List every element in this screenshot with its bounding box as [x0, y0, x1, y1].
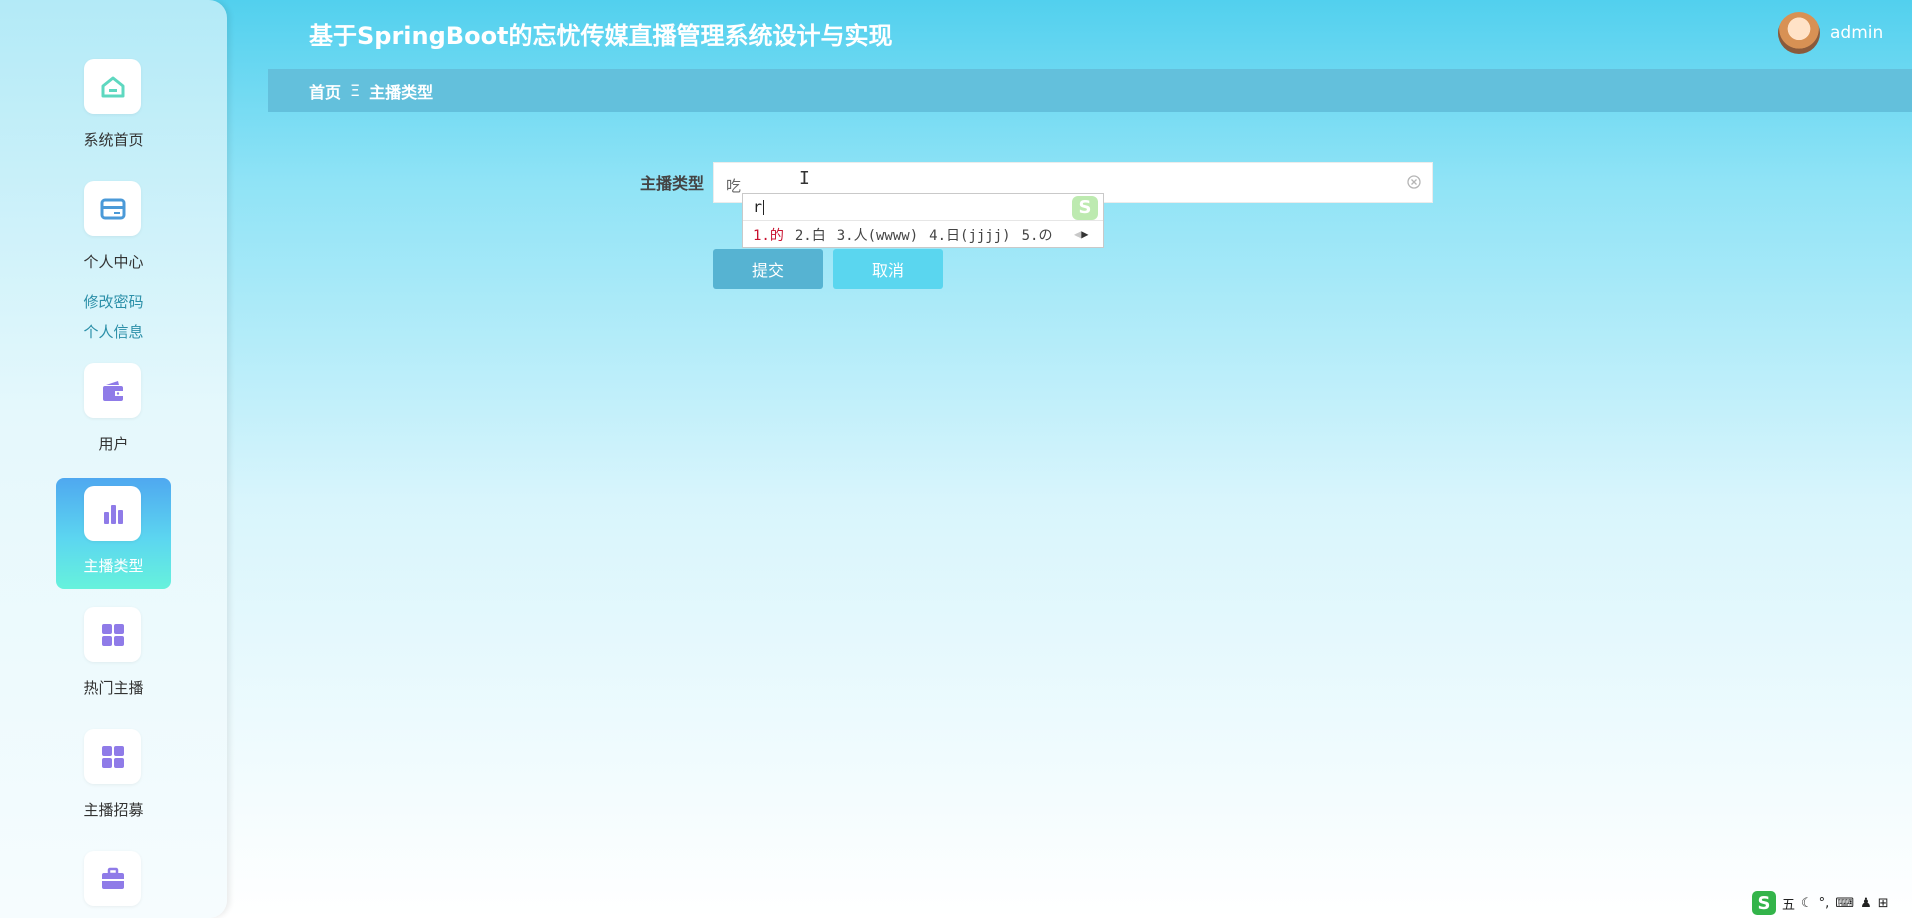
sidebar-item-label: 热门主播 [83, 679, 144, 697]
ime-candidate-popup: r S 1.的 2.白 3.人(wwww) 4.日(jjjj) 5.の ◀▶ [742, 193, 1104, 248]
breadcrumb-separator: Ξ [350, 81, 361, 100]
ime-composition-text: r [753, 198, 763, 216]
home-icon [101, 76, 124, 97]
text-cursor-icon: I [799, 168, 810, 189]
ime-candidate[interactable]: 4.日(jjjj) [929, 228, 1010, 244]
grid-icon-box [84, 729, 141, 784]
moon-icon[interactable]: ☾ [1801, 896, 1813, 911]
briefcase-icon-box [84, 851, 141, 906]
sogou-logo-icon[interactable]: S [1752, 891, 1776, 915]
grid-icon [101, 745, 124, 768]
user-menu[interactable]: admin [1778, 12, 1883, 54]
ime-candidates: 1.的 2.白 3.人(wwww) 4.日(jjjj) 5.の [753, 225, 1063, 245]
breadcrumb-home[interactable]: 首页 [309, 79, 341, 103]
ime-composition: r [753, 198, 765, 216]
keyboard-icon[interactable]: ⌨ [1835, 896, 1854, 911]
grid-icon [101, 623, 124, 646]
ime-candidate[interactable]: 5.の [1022, 228, 1053, 244]
sidebar-item-more[interactable] [56, 851, 171, 911]
ime-mode[interactable]: 五 [1782, 894, 1795, 913]
app-title: 基于SpringBoot的忘忧传媒直播管理系统设计与实现 [309, 22, 893, 50]
clear-icon[interactable] [1406, 174, 1422, 190]
sidebar-item-recruitment[interactable]: 主播招募 [56, 729, 171, 829]
sidebar-item-hot-streamers[interactable]: 热门主播 [56, 607, 171, 707]
punctuation-icon[interactable]: °, [1819, 896, 1830, 911]
wallet-icon [102, 380, 123, 401]
briefcase-icon [101, 867, 124, 889]
sidebar-item-label: 个人中心 [83, 253, 144, 271]
breadcrumb-current: 主播类型 [369, 82, 434, 102]
username[interactable]: admin [1830, 23, 1883, 43]
ime-page-arrows[interactable]: ◀▶ [1074, 227, 1088, 241]
submit-button[interactable]: 提交 [713, 249, 823, 289]
grid-icon[interactable]: ⊞ [1878, 896, 1889, 911]
ime-status-bar[interactable]: S 五 ☾ °, ⌨ ♟ ⊞ [1752, 890, 1912, 916]
person-icon[interactable]: ♟ [1860, 896, 1872, 911]
sidebar-item-label: 用户 [98, 435, 129, 453]
sidebar-item-label: 主播类型 [83, 557, 144, 575]
grid-icon-box [84, 607, 141, 662]
bar-chart-icon-box [84, 486, 141, 541]
ime-candidate[interactable]: 1.的 [753, 228, 784, 244]
cancel-button[interactable]: 取消 [833, 249, 943, 289]
card-icon [100, 198, 125, 219]
breadcrumb: 首页 Ξ 主播类型 [268, 69, 1912, 112]
streamer-type-value: 吃 [726, 177, 742, 195]
card-icon-box [84, 181, 141, 236]
sidebar-item-users[interactable]: 用户 [56, 363, 171, 463]
submenu-profile-info[interactable]: 个人信息 [56, 321, 171, 342]
avatar[interactable] [1778, 12, 1820, 54]
sidebar-item-home[interactable]: 系统首页 [56, 59, 171, 159]
submenu-change-password[interactable]: 修改密码 [56, 291, 171, 312]
sidebar-item-streamer-type[interactable]: 主播类型 [56, 478, 171, 589]
sidebar: 系统首页 个人中心 修改密码 个人信息 用户 主播类型 热门主播 主播招募 [0, 0, 227, 918]
ime-candidate[interactable]: 3.人(wwww) [837, 228, 918, 244]
ime-next-icon[interactable]: ▶ [1081, 227, 1088, 241]
sidebar-item-profile[interactable]: 个人中心 [56, 181, 171, 281]
sidebar-item-label: 主播招募 [83, 801, 144, 819]
streamer-type-label: 主播类型 [639, 174, 704, 193]
sidebar-item-label: 系统首页 [83, 131, 144, 149]
ime-candidate[interactable]: 2.白 [795, 228, 826, 244]
home-icon-box [84, 59, 141, 114]
ime-logo-icon: S [1072, 196, 1098, 220]
bar-chart-icon [103, 504, 123, 524]
wallet-icon-box [84, 363, 141, 418]
